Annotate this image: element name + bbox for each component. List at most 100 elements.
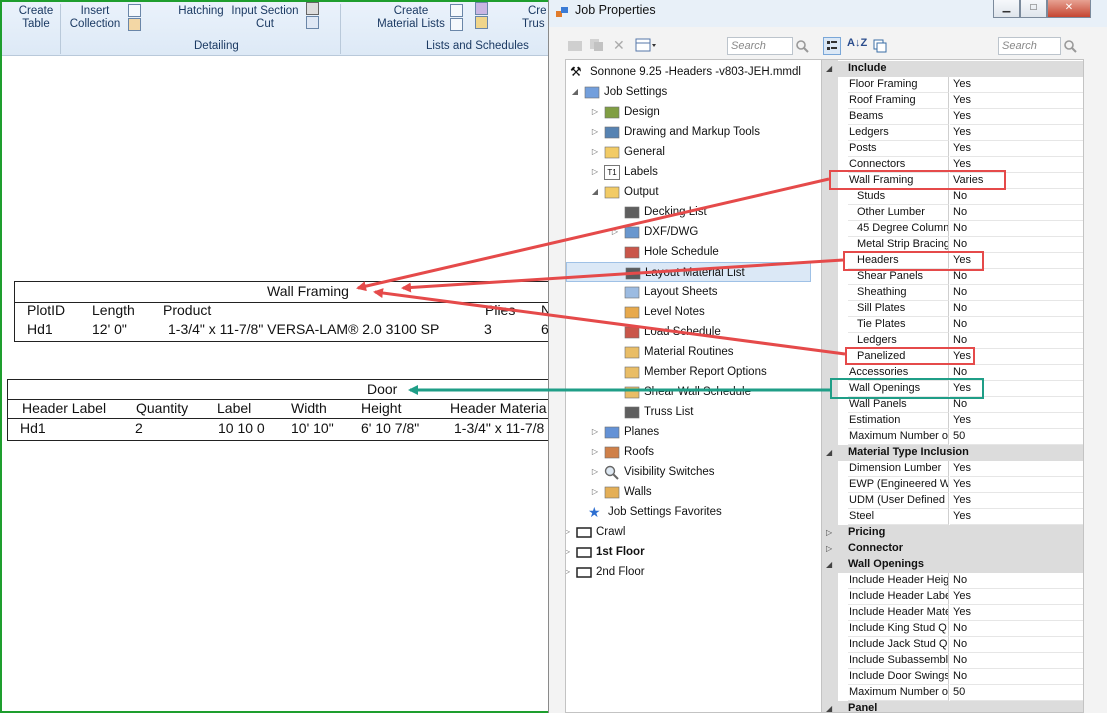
search-icon[interactable] xyxy=(795,39,809,53)
section-table-icon[interactable] xyxy=(306,16,319,29)
expand-arrow-icon[interactable]: ▷ xyxy=(566,522,572,542)
grid-property-row[interactable]: Floor Framing Yes xyxy=(822,77,1083,93)
create-table-button[interactable]: Create Table xyxy=(16,5,56,31)
tree-search-input[interactable]: Search xyxy=(727,37,793,55)
grid-property-value[interactable]: Yes xyxy=(950,477,1083,493)
tree-node[interactable]: ▷ 2nd Floor xyxy=(566,562,824,582)
close-button[interactable]: ✕ xyxy=(1047,0,1091,18)
grid-property-value[interactable]: Yes xyxy=(950,413,1083,429)
expand-arrow-icon[interactable]: ▷ xyxy=(590,482,600,502)
grid-property-row[interactable]: Maximum Number of 50 xyxy=(822,429,1083,445)
grid-property-row[interactable]: EWP (Engineered W Yes xyxy=(822,477,1083,493)
grid-category-row[interactable]: ▷ Connector xyxy=(822,541,1083,557)
expand-arrow-icon[interactable]: ▷ xyxy=(590,122,600,142)
grid-property-row[interactable]: Include Jack Stud Q No xyxy=(822,637,1083,653)
grid-property-row[interactable]: 45 Degree Column No xyxy=(822,221,1083,237)
grid-property-value[interactable]: Yes xyxy=(950,93,1083,109)
sort-alpha-icon[interactable]: A↓Z xyxy=(847,37,867,49)
grid-property-value[interactable]: Yes xyxy=(950,125,1083,141)
create-material-lists-button[interactable]: Create Material Lists xyxy=(374,5,448,31)
tree-node[interactable]: ⚒ Sonnone 9.25 -Headers -v803-JEH.mmdl xyxy=(566,62,824,82)
expand-arrow-icon[interactable]: ▷ xyxy=(610,222,620,242)
grid-property-row[interactable]: Sheathing No xyxy=(822,285,1083,301)
grid-property-row[interactable]: Include Header Mate Yes xyxy=(822,605,1083,621)
grid-property-row[interactable]: UDM (User Defined Yes xyxy=(822,493,1083,509)
grid-property-value[interactable]: Yes xyxy=(950,141,1083,157)
tree-node[interactable]: ▷ Drawing and Markup Tools xyxy=(566,122,824,142)
wall-framing-table[interactable]: Wall Framing PlotID Length Product Plies… xyxy=(14,281,548,342)
tree-node[interactable]: Shear Wall Schedule xyxy=(566,382,824,402)
tree-node[interactable]: Load Schedule xyxy=(566,322,824,342)
expand-arrow-icon[interactable]: ▷ xyxy=(566,542,572,562)
grid-property-row[interactable]: Beams Yes xyxy=(822,109,1083,125)
grid-property-value[interactable]: No xyxy=(950,573,1083,589)
tree-node[interactable]: Member Report Options xyxy=(566,362,824,382)
grid-property-row[interactable]: Include Door Swings No xyxy=(822,669,1083,685)
input-section-cut-button[interactable]: Input Section Cut xyxy=(229,5,301,31)
grid-property-row[interactable]: Steel Yes xyxy=(822,509,1083,525)
tree-node[interactable]: ▷ 1st Floor xyxy=(566,542,824,562)
tree-node[interactable]: Truss List xyxy=(566,402,824,422)
categorized-view-icon[interactable] xyxy=(823,37,841,55)
grid-property-row[interactable]: Include Header Heig No xyxy=(822,573,1083,589)
grid-property-row[interactable]: Wall Panels No xyxy=(822,397,1083,413)
collapse-arrow-icon[interactable]: ◢ xyxy=(570,82,580,102)
tree-node[interactable]: ▷ General xyxy=(566,142,824,162)
grid-search-input[interactable]: Search xyxy=(998,37,1061,55)
grid-property-value[interactable]: No xyxy=(950,285,1083,301)
grid-property-row[interactable]: Dimension Lumber Yes xyxy=(822,461,1083,477)
hatching-button[interactable]: Hatching xyxy=(176,5,226,18)
search-icon[interactable] xyxy=(1063,39,1077,53)
expand-arrow-icon[interactable]: ▷ xyxy=(590,422,600,442)
minimize-button[interactable]: ▁ xyxy=(993,0,1020,18)
grid-property-row[interactable]: Shear Panels No xyxy=(822,269,1083,285)
grid-category-row[interactable]: ◢ Wall Openings xyxy=(822,557,1083,573)
grid-property-row[interactable]: Other Lumber No xyxy=(822,205,1083,221)
copy-icon[interactable] xyxy=(589,38,605,52)
maximize-button[interactable]: □ xyxy=(1020,0,1047,18)
grid-property-row[interactable]: Include King Stud Q No xyxy=(822,621,1083,637)
grid-property-row[interactable]: Maximum Number of 50 xyxy=(822,685,1083,701)
grid-property-value[interactable]: No xyxy=(950,397,1083,413)
grid-property-value[interactable]: Yes xyxy=(950,461,1083,477)
list-icon[interactable] xyxy=(450,4,463,17)
grid-property-row[interactable]: Estimation Yes xyxy=(822,413,1083,429)
grid-property-value[interactable]: 50 xyxy=(950,429,1083,445)
grid-property-value[interactable]: No xyxy=(950,653,1083,669)
tree-node[interactable]: ▷ DXF/DWG xyxy=(566,222,824,242)
folder-up-icon[interactable] xyxy=(567,38,583,52)
grid-property-value[interactable]: No xyxy=(950,205,1083,221)
create-truss-button-label-2[interactable]: Trus xyxy=(522,18,548,31)
tree-node[interactable]: ▷ Design xyxy=(566,102,824,122)
collapse-arrow-icon[interactable]: ◢ xyxy=(826,557,836,572)
grid-category-row[interactable]: ◢ Panel xyxy=(822,701,1083,712)
grid-property-value[interactable]: No xyxy=(950,269,1083,285)
grid-property-value[interactable]: Yes xyxy=(950,493,1083,509)
grid-property-value[interactable]: No xyxy=(950,301,1083,317)
grid-property-row[interactable]: Sill Plates No xyxy=(822,301,1083,317)
section-icon[interactable] xyxy=(306,2,319,15)
tree-node[interactable]: Layout Material List xyxy=(566,262,811,282)
expand-arrow-icon[interactable]: ▷ xyxy=(826,541,836,556)
tree-node[interactable]: ▷ Planes xyxy=(566,422,824,442)
grid-property-row[interactable]: Roof Framing Yes xyxy=(822,93,1083,109)
delete-icon[interactable]: ✕ xyxy=(613,37,625,54)
grid-property-value[interactable]: No xyxy=(950,637,1083,653)
grid-property-row[interactable]: Ledgers Yes xyxy=(822,125,1083,141)
grid-property-value[interactable]: No xyxy=(950,669,1083,685)
grid-property-value[interactable]: No xyxy=(950,189,1083,205)
job-properties-dialog[interactable]: Job Properties ▁ □ ✕ ✕ Search A↓Z Search… xyxy=(548,0,1107,713)
expand-arrow-icon[interactable]: ▷ xyxy=(590,462,600,482)
tree-node[interactable]: ▷ Roofs xyxy=(566,442,824,462)
grid-property-value[interactable]: No xyxy=(950,317,1083,333)
tree-node[interactable]: ▷ T1 Labels xyxy=(566,162,824,182)
report-icon[interactable] xyxy=(475,2,488,15)
grid-property-row[interactable]: Posts Yes xyxy=(822,141,1083,157)
collapse-arrow-icon[interactable]: ◢ xyxy=(826,61,836,76)
grid-property-value[interactable]: Yes xyxy=(950,605,1083,621)
tree-node[interactable]: Decking List xyxy=(566,202,824,222)
expand-arrow-icon[interactable]: ▷ xyxy=(590,442,600,462)
routine-icon[interactable] xyxy=(475,16,488,29)
tree-node[interactable]: Level Notes xyxy=(566,302,824,322)
collapse-arrow-icon[interactable]: ◢ xyxy=(590,182,600,202)
